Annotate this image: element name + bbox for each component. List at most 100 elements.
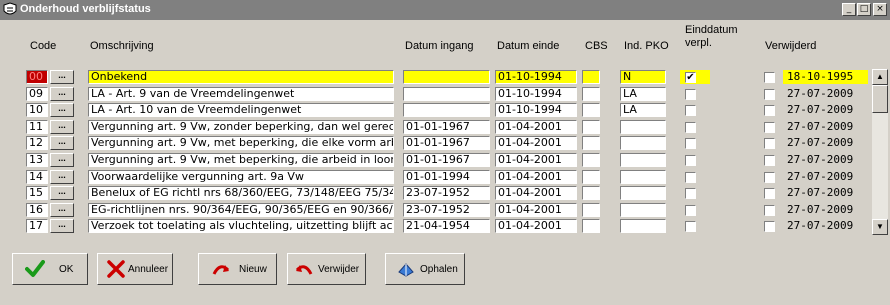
ind-pko-cell[interactable] — [620, 153, 666, 167]
ophalen-button[interactable]: Ophalen — [385, 253, 465, 285]
ind-pko-cell[interactable] — [620, 186, 666, 200]
datum-einde-cell[interactable]: 01-04-2001 — [495, 186, 577, 200]
table-row[interactable]: 15... Benelux of EG richtl nrs 68/360/EEG… — [0, 185, 890, 201]
code-cell[interactable]: 16 — [26, 203, 48, 217]
omschrijving-cell[interactable]: Benelux of EG richtl nrs 68/360/EEG, 73/… — [88, 186, 394, 200]
einddatum-verpl-checkbox[interactable] — [685, 188, 696, 199]
datum-einde-cell[interactable]: 01-10-1994 — [495, 70, 577, 84]
cbs-cell[interactable] — [582, 153, 600, 167]
datum-ingang-cell[interactable]: 01-01-1994 — [403, 170, 490, 184]
ind-pko-cell[interactable]: LA — [620, 87, 666, 101]
datum-ingang-cell[interactable]: 23-07-1952 — [403, 203, 490, 217]
maximize-button[interactable]: □ — [857, 3, 871, 16]
scroll-up-icon[interactable]: ▲ — [872, 69, 888, 85]
table-row[interactable]: 11... Vergunning art. 9 Vw, zonder beperk… — [0, 119, 890, 135]
verwijderd-checkbox[interactable] — [764, 205, 775, 216]
datum-einde-cell[interactable]: 01-04-2001 — [495, 219, 577, 233]
cbs-cell[interactable] — [582, 203, 600, 217]
datum-einde-cell[interactable]: 01-04-2001 — [495, 153, 577, 167]
einddatum-verpl-checkbox[interactable]: ✔ — [685, 72, 696, 83]
table-row[interactable]: 14... Voorwaardelijke vergunning art. 9a … — [0, 169, 890, 185]
lookup-button[interactable]: ... — [50, 70, 74, 84]
verwijderd-checkbox[interactable] — [764, 122, 775, 133]
cbs-cell[interactable] — [582, 103, 600, 117]
annuleer-button[interactable]: Annuleer — [97, 253, 173, 285]
table-row[interactable]: 00... Onbekend 01-10-1994 N ✔ 18-10-1995 — [0, 69, 890, 85]
table-row[interactable]: 10... LA - Art. 10 van de Vreemdelingenwe… — [0, 102, 890, 118]
omschrijving-cell[interactable]: Vergunning art. 9 Vw, met beperking, die… — [88, 136, 394, 150]
verwijderd-checkbox[interactable] — [764, 172, 775, 183]
einddatum-verpl-checkbox[interactable] — [685, 172, 696, 183]
code-cell[interactable]: 15 — [26, 186, 48, 200]
cbs-cell[interactable] — [582, 120, 600, 134]
ind-pko-cell[interactable] — [620, 203, 666, 217]
lookup-button[interactable]: ... — [50, 120, 74, 134]
lookup-button[interactable]: ... — [50, 136, 74, 150]
datum-einde-cell[interactable]: 01-04-2001 — [495, 170, 577, 184]
cbs-cell[interactable] — [582, 186, 600, 200]
vertical-scrollbar[interactable]: ▲ ▼ — [872, 69, 888, 235]
cbs-cell[interactable] — [582, 136, 600, 150]
table-row[interactable]: 12... Vergunning art. 9 Vw, met beperking… — [0, 135, 890, 151]
lookup-button[interactable]: ... — [50, 219, 74, 233]
table-row[interactable]: 09... LA - Art. 9 van de Vreemdelingenwet… — [0, 86, 890, 102]
verwijder-button[interactable]: Verwijder — [287, 253, 366, 285]
einddatum-verpl-checkbox[interactable] — [685, 122, 696, 133]
verwijderd-checkbox[interactable] — [764, 72, 775, 83]
close-button[interactable]: × — [873, 3, 887, 16]
cbs-cell[interactable] — [582, 87, 600, 101]
ind-pko-cell[interactable] — [620, 120, 666, 134]
table-row[interactable]: 17... Verzoek tot toelating als vluchteli… — [0, 218, 890, 234]
datum-ingang-cell[interactable] — [403, 87, 490, 101]
code-cell[interactable]: 12 — [26, 136, 48, 150]
ind-pko-cell[interactable]: N — [620, 70, 666, 84]
omschrijving-cell[interactable]: LA - Art. 10 van de Vreemdelingenwet — [88, 103, 394, 117]
minimize-button[interactable]: _ — [842, 3, 856, 16]
ind-pko-cell[interactable] — [620, 219, 666, 233]
cbs-cell[interactable] — [582, 70, 600, 84]
omschrijving-cell[interactable]: Verzoek tot toelating als vluchteling, u… — [88, 219, 394, 233]
verwijderd-checkbox[interactable] — [764, 221, 775, 232]
lookup-button[interactable]: ... — [50, 103, 74, 117]
scroll-thumb[interactable] — [872, 85, 888, 113]
datum-ingang-cell[interactable]: 23-07-1952 — [403, 186, 490, 200]
code-cell[interactable]: 17 — [26, 219, 48, 233]
omschrijving-cell[interactable]: Vergunning art. 9 Vw, zonder beperking, … — [88, 120, 394, 134]
cbs-cell[interactable] — [582, 170, 600, 184]
datum-einde-cell[interactable]: 01-04-2001 — [495, 136, 577, 150]
datum-ingang-cell[interactable] — [403, 103, 490, 117]
scroll-down-icon[interactable]: ▼ — [872, 219, 888, 235]
omschrijving-cell[interactable]: Vergunning art. 9 Vw, met beperking, die… — [88, 153, 394, 167]
ok-button[interactable]: OK — [12, 253, 88, 285]
omschrijving-cell[interactable]: LA - Art. 9 van de Vreemdelingenwet — [88, 87, 394, 101]
code-cell[interactable]: 10 — [26, 103, 48, 117]
code-cell[interactable]: 14 — [26, 170, 48, 184]
omschrijving-cell[interactable]: EG-richtlijnen nrs. 90/364/EEG, 90/365/E… — [88, 203, 394, 217]
code-cell[interactable]: 00 — [26, 70, 48, 84]
datum-ingang-cell[interactable]: 01-01-1967 — [403, 153, 490, 167]
table-row[interactable]: 16... EG-richtlijnen nrs. 90/364/EEG, 90/… — [0, 202, 890, 218]
einddatum-verpl-checkbox[interactable] — [685, 205, 696, 216]
einddatum-verpl-checkbox[interactable] — [685, 155, 696, 166]
code-cell[interactable]: 11 — [26, 120, 48, 134]
lookup-button[interactable]: ... — [50, 186, 74, 200]
datum-einde-cell[interactable]: 01-04-2001 — [495, 120, 577, 134]
einddatum-verpl-checkbox[interactable] — [685, 105, 696, 116]
einddatum-verpl-checkbox[interactable] — [685, 138, 696, 149]
omschrijving-cell[interactable]: Voorwaardelijke vergunning art. 9a Vw — [88, 170, 394, 184]
einddatum-verpl-checkbox[interactable] — [685, 89, 696, 100]
lookup-button[interactable]: ... — [50, 170, 74, 184]
verwijderd-checkbox[interactable] — [764, 188, 775, 199]
ind-pko-cell[interactable] — [620, 136, 666, 150]
code-cell[interactable]: 09 — [26, 87, 48, 101]
datum-einde-cell[interactable]: 01-10-1994 — [495, 87, 577, 101]
ind-pko-cell[interactable] — [620, 170, 666, 184]
datum-ingang-cell[interactable]: 01-01-1967 — [403, 120, 490, 134]
lookup-button[interactable]: ... — [50, 87, 74, 101]
ind-pko-cell[interactable]: LA — [620, 103, 666, 117]
lookup-button[interactable]: ... — [50, 203, 74, 217]
cbs-cell[interactable] — [582, 219, 600, 233]
datum-ingang-cell[interactable]: 21-04-1954 — [403, 219, 490, 233]
datum-einde-cell[interactable]: 01-04-2001 — [495, 203, 577, 217]
lookup-button[interactable]: ... — [50, 153, 74, 167]
